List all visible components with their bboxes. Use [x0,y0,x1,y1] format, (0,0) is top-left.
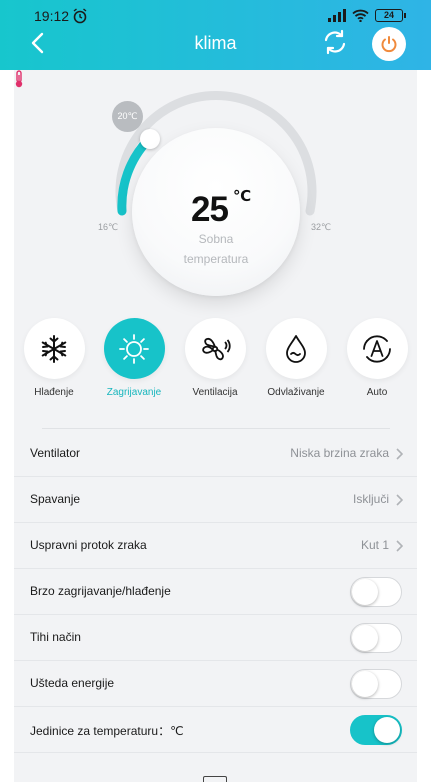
auto-icon [363,334,391,363]
mode-selector: Hlađenje Zagrijavanje Ventilacija Odvlaž… [14,318,417,408]
mode-dehumidify-label: Odvlaživanje [267,387,325,398]
chevron-right-icon [396,448,403,460]
setting-energy-saving: Ušteda energije [14,662,417,707]
chevron-right-icon [396,540,403,552]
setting-label: Tihi način [30,630,81,644]
thermometer-icon [15,70,23,88]
status-bar: 19:12 24 [0,0,431,30]
setting-vertical-airflow[interactable]: Uspravni protok zraka Kut 1 [14,524,417,569]
energy-saving-toggle[interactable] [350,669,402,699]
setting-sleep[interactable]: Spavanje Isključi [14,478,417,523]
setting-label: Uspravni protok zraka [30,538,147,552]
setting-value: Isključi [352,492,389,506]
alarm-icon [73,8,87,24]
mode-cooling[interactable]: Hlađenje [14,318,94,398]
status-time: 19:12 [34,8,70,24]
wifi-icon [352,9,369,22]
mode-heating-label: Zagrijavanje [106,387,162,398]
fan-icon [202,337,231,360]
room-temperature-value: 25 [191,190,229,229]
quiet-mode-toggle[interactable] [350,623,402,653]
power-icon [381,36,397,53]
mode-fan-label: Ventilacija [192,387,238,398]
setting-label: Brzo zagrijavanje/hlađenje [30,584,171,598]
mode-dehumidify[interactable]: Odvlaživanje [256,318,336,398]
turbo-toggle[interactable] [350,577,402,607]
dial-knob[interactable] [140,129,160,149]
app-header: 19:12 24 klima [0,0,431,70]
toggle-thumb [352,579,378,605]
setting-value: Kut 1 [360,538,389,552]
setting-label: Ušteda energije [30,676,115,690]
temperature-unit-toggle[interactable] [350,715,402,745]
mode-heating[interactable]: Zagrijavanje [94,318,174,398]
setting-label: Jedinice za temperaturu：℃ [30,724,184,738]
battery-icon: 24 [375,8,406,22]
toggle-thumb [352,625,378,651]
droplet-icon [286,334,306,363]
setting-label: Ventilator [30,446,81,460]
temperature-dial[interactable]: 20℃ 25 ℃ Sobna temperatura 16℃ 32℃ [14,70,417,320]
min-temperature-label: 16℃ [98,222,119,232]
mode-fan-circle[interactable] [184,318,246,379]
navigation-handle[interactable] [203,776,227,782]
mode-heating-circle[interactable] [103,318,165,379]
refresh-button[interactable] [321,28,349,56]
power-button[interactable] [372,27,406,61]
signal-icon [328,8,346,22]
mode-auto[interactable]: Auto [337,318,417,398]
room-temperature-label-2: temperatura [183,252,249,266]
setting-label: Spavanje [30,492,81,506]
mode-auto-label: Auto [366,387,388,398]
snowflake-icon [41,334,67,363]
toggle-thumb [352,671,378,697]
setting-fan-speed[interactable]: Ventilator Niska brzina zraka [14,432,417,477]
mode-dehumidify-circle[interactable] [265,318,327,379]
mode-cooling-circle[interactable] [23,318,85,379]
page-title: klima [194,33,237,53]
setpoint-badge: 20℃ [112,101,143,132]
mode-auto-circle[interactable] [346,318,408,379]
setting-turbo: Brzo zagrijavanje/hlađenje [14,570,417,615]
setting-value: Niska brzina zraka [290,446,389,460]
toggle-thumb [374,717,400,743]
control-panel: 20℃ 25 ℃ Sobna temperatura 16℃ 32℃ Hlađe… [14,70,417,782]
mode-fan[interactable]: Ventilacija [175,318,255,398]
status-icons: 24 [328,7,406,23]
room-temperature-label: Sobna [198,232,234,246]
setting-quiet-mode: Tihi način [14,616,417,661]
mode-cooling-label: Hlađenje [34,387,74,398]
divider [42,428,390,429]
setting-temperature-unit: Jedinice za temperaturu：℃ [14,708,417,753]
chevron-right-icon [396,494,403,506]
temperature-unit: ℃ [233,188,252,205]
sun-icon [119,333,149,364]
max-temperature-label: 32℃ [311,222,332,232]
